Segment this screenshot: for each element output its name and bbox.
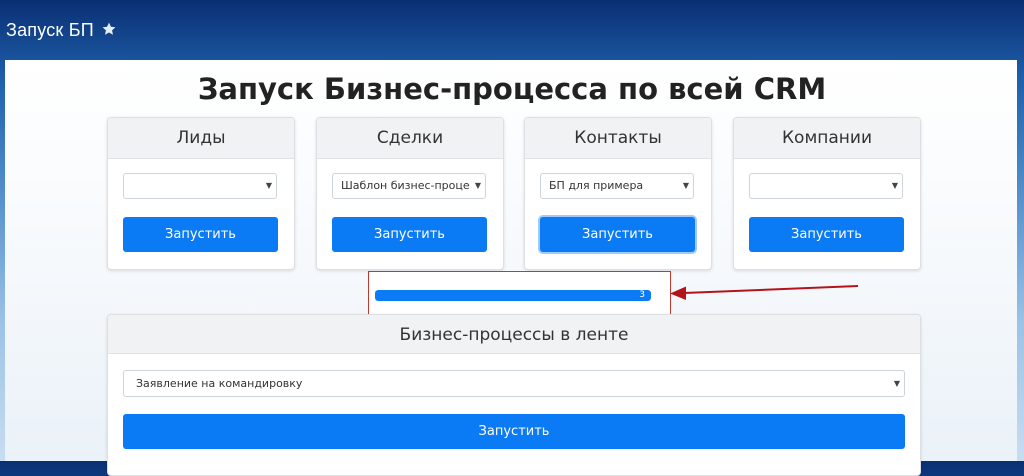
card-feed-processes: Бизнес-процессы в ленте Заявление на ком… — [107, 314, 921, 476]
leads-process-select[interactable]: ▼ — [123, 173, 277, 199]
progress-bar: 3 — [375, 290, 651, 301]
progress-fill: 3 — [375, 290, 651, 301]
star-icon[interactable] — [101, 21, 117, 37]
card-title: Контакты — [525, 118, 711, 159]
card-title: Бизнес-процессы в ленте — [108, 315, 920, 354]
card-title: Лиды — [108, 118, 294, 159]
contacts-run-button[interactable]: Запустить — [540, 217, 695, 252]
card-companies: Компании ▼ Запустить — [733, 117, 921, 270]
leads-run-button[interactable]: Запустить — [123, 217, 278, 252]
card-title: Сделки — [317, 118, 503, 159]
top-bar: Запуск БП — [0, 0, 1024, 60]
chevron-down-icon: ▼ — [893, 379, 900, 388]
card-deals: Сделки Шаблон бизнес-проце ▼ Запустить — [316, 117, 504, 270]
chevron-down-icon: ▼ — [682, 174, 689, 198]
select-value: Шаблон бизнес-проце — [341, 179, 470, 192]
card-title: Компании — [734, 118, 920, 159]
card-leads: Лиды ▼ Запустить — [107, 117, 295, 270]
chevron-down-icon: ▼ — [891, 174, 898, 198]
deals-process-select[interactable]: Шаблон бизнес-проце ▼ — [332, 173, 486, 199]
chevron-down-icon: ▼ — [265, 174, 272, 198]
progress-label: 3 — [639, 290, 645, 300]
main-heading: Запуск Бизнес-процесса по всей CRM — [197, 72, 827, 106]
companies-run-button[interactable]: Запустить — [749, 217, 904, 252]
select-value: Заявление на командировку — [136, 377, 303, 390]
arrow-icon — [670, 285, 859, 300]
feed-run-button[interactable]: Запустить — [123, 414, 905, 449]
chevron-down-icon: ▼ — [474, 174, 481, 198]
card-contacts: Контакты БП для примера ▼ Запустить — [524, 117, 712, 270]
deals-run-button[interactable]: Запустить — [332, 217, 487, 252]
contacts-process-select[interactable]: БП для примера ▼ — [540, 173, 694, 199]
companies-process-select[interactable]: ▼ — [749, 173, 903, 199]
select-value: БП для примера — [549, 179, 644, 192]
page-title: Запуск БП — [6, 20, 94, 40]
feed-process-select[interactable]: Заявление на командировку ▼ — [123, 370, 905, 397]
